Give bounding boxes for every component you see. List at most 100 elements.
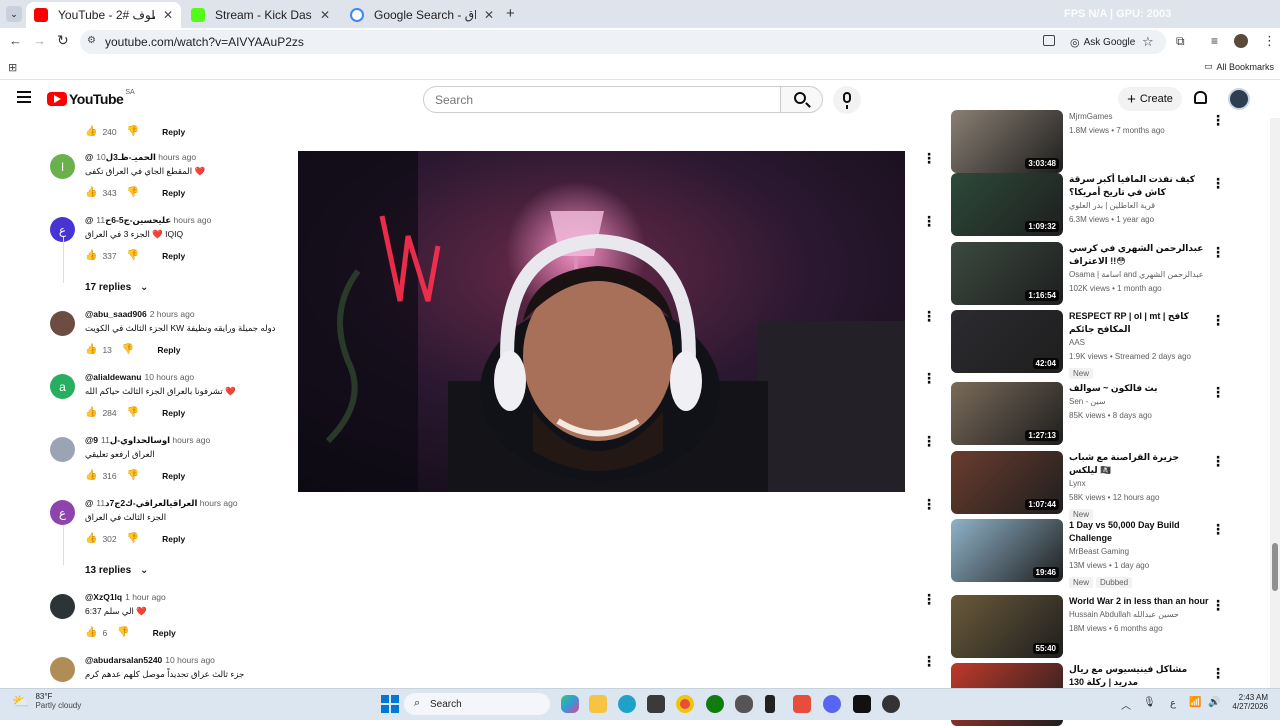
- close-tab-icon[interactable]: ✕: [320, 8, 330, 22]
- more-actions-icon[interactable]: ⋮: [1211, 384, 1225, 401]
- more-actions-icon[interactable]: ⋮: [922, 213, 936, 230]
- video-title[interactable]: مشاكل فينيسيوس مع ريال مدريد | ركلة 130: [1069, 663, 1209, 689]
- all-bookmarks-button[interactable]: ▭ All Bookmarks: [1204, 61, 1274, 72]
- comment-author[interactable]: @XzQ1lq: [85, 592, 122, 602]
- reload-icon[interactable]: ↻: [57, 32, 69, 49]
- more-actions-icon[interactable]: ⋮: [922, 433, 936, 450]
- video-title[interactable]: كيف نفذت المافيا أكبر سرقة كاش في تاريخ …: [1069, 173, 1209, 199]
- channel-name[interactable]: قرية العاطلين | بدر العلوي: [1069, 199, 1209, 213]
- xbox-icon[interactable]: [706, 695, 724, 713]
- taskbar-search[interactable]: ⌕ Search: [404, 693, 550, 715]
- search-input[interactable]: Search: [423, 86, 781, 113]
- more-actions-icon[interactable]: ⋮: [922, 591, 936, 608]
- ask-google-button[interactable]: ◎ Ask Google: [1064, 32, 1141, 52]
- chrome-icon[interactable]: [676, 695, 694, 713]
- reply-button[interactable]: Reply: [157, 345, 180, 355]
- new-tab-icon[interactable]: +: [506, 5, 515, 22]
- dislike-icon[interactable]: 👎: [127, 533, 139, 544]
- video-player[interactable]: [298, 151, 905, 492]
- commenter-avatar[interactable]: I: [50, 154, 75, 179]
- more-actions-icon[interactable]: ⋮: [1211, 312, 1225, 329]
- channel-name[interactable]: MrBeast Gaming: [1069, 545, 1209, 559]
- scrollbar-thumb[interactable]: [1272, 543, 1278, 591]
- like-icon[interactable]: 👍: [85, 187, 97, 198]
- video-thumbnail[interactable]: 1:07:44: [951, 451, 1063, 514]
- more-actions-icon[interactable]: ⋮: [922, 150, 936, 167]
- more-actions-icon[interactable]: ⋮: [922, 370, 936, 387]
- store-icon[interactable]: [647, 695, 665, 713]
- forward-icon[interactable]: →: [33, 33, 46, 48]
- comment-author[interactable]: @اوسالحداوي-ل9: [85, 435, 170, 445]
- address-bar[interactable]: ⚙ youtube.com/watch?v=AIVYAAuP2zs: [80, 30, 1166, 54]
- tab-youtube[interactable]: YouTube - 2# انا مخطوف ✕: [26, 2, 181, 28]
- notifications-bell-icon[interactable]: [1194, 91, 1207, 104]
- tab-google[interactable]: Google Search - مناظر العراق ✕: [342, 2, 502, 28]
- volume-icon[interactable]: 🔊: [1208, 697, 1220, 708]
- browser-menu-icon[interactable]: ⋮: [1263, 33, 1276, 49]
- close-tab-icon[interactable]: ✕: [484, 8, 494, 22]
- like-icon[interactable]: 👍: [85, 627, 97, 638]
- voice-search-button[interactable]: [833, 86, 861, 114]
- video-title[interactable]: RESPECT RP | ol | mt | كافح المكافح جائك…: [1069, 310, 1209, 336]
- video-thumbnail[interactable]: 42:04: [951, 310, 1063, 373]
- more-actions-icon[interactable]: ⋮: [922, 653, 936, 670]
- more-actions-icon[interactable]: ⋮: [1211, 453, 1225, 470]
- dislike-icon[interactable]: 👎: [117, 627, 129, 638]
- view-replies-button[interactable]: 13 replies ⌄: [85, 565, 148, 576]
- scrollbar-track[interactable]: [1270, 118, 1280, 688]
- like-icon[interactable]: 👍: [85, 250, 97, 261]
- more-actions-icon[interactable]: ⋮: [1211, 521, 1225, 538]
- like-icon[interactable]: 👍: [85, 407, 97, 418]
- more-actions-icon[interactable]: ⋮: [922, 308, 936, 325]
- comment-time[interactable]: 10 hours ago: [144, 372, 194, 382]
- create-button[interactable]: + Create: [1118, 87, 1182, 111]
- more-actions-icon[interactable]: ⋮: [1211, 665, 1225, 682]
- dislike-icon[interactable]: 👎: [127, 407, 139, 418]
- apps-grid-icon[interactable]: ⊞: [8, 61, 17, 74]
- like-icon[interactable]: 👍: [85, 470, 97, 481]
- channel-name[interactable]: MjrmGames: [1069, 110, 1209, 124]
- windows-start-icon[interactable]: [381, 695, 399, 713]
- account-avatar[interactable]: [1228, 88, 1250, 110]
- edge-icon[interactable]: [618, 695, 636, 713]
- copilot-icon[interactable]: [561, 695, 579, 713]
- reply-button[interactable]: Reply: [162, 471, 185, 481]
- tiktok-icon[interactable]: [853, 695, 871, 713]
- video-thumbnail[interactable]: 3:03:48: [951, 110, 1063, 173]
- profile-avatar[interactable]: [1234, 34, 1248, 48]
- weather-widget[interactable]: ⛅ 83°F Partly cloudy: [12, 692, 81, 710]
- comment-author[interactable]: @abudarsalan5240: [85, 655, 162, 665]
- file-explorer-icon[interactable]: [589, 695, 607, 713]
- channel-name[interactable]: Lynx: [1069, 477, 1209, 491]
- view-replies-button[interactable]: 17 replies ⌄: [85, 282, 148, 293]
- commenter-avatar[interactable]: [50, 657, 75, 682]
- youtube-logo[interactable]: YouTube SA: [47, 89, 135, 107]
- video-thumbnail[interactable]: 1:09:32: [951, 173, 1063, 236]
- tab-kick[interactable]: Stream - Kick Dashboard ✕: [183, 2, 338, 28]
- media-controls-icon[interactable]: ≡: [1211, 34, 1218, 48]
- obs-icon[interactable]: [882, 695, 900, 713]
- channel-name[interactable]: Sen - سين: [1069, 395, 1209, 409]
- more-actions-icon[interactable]: ⋮: [1211, 112, 1225, 129]
- more-actions-icon[interactable]: ⋮: [922, 496, 936, 513]
- comment-time[interactable]: 10 hours ago: [165, 655, 215, 665]
- bookmark-star-icon[interactable]: ☆: [1142, 34, 1154, 50]
- close-tab-icon[interactable]: ✕: [163, 8, 173, 22]
- reply-button[interactable]: Reply: [162, 408, 185, 418]
- search-button[interactable]: [781, 86, 823, 113]
- more-actions-icon[interactable]: ⋮: [1211, 597, 1225, 614]
- channel-name[interactable]: Osama | اسامة and عبدالرحمن الشهري: [1069, 268, 1209, 282]
- show-hidden-icons-icon[interactable]: ︿: [1121, 697, 1131, 712]
- reply-button[interactable]: Reply: [162, 127, 185, 137]
- more-actions-icon[interactable]: ⋮: [1211, 244, 1225, 261]
- video-title[interactable]: عبدالرحمن الشهري في كرسي الاعتراف !!😳: [1069, 242, 1209, 268]
- comment-author[interactable]: @abu_saad906: [85, 309, 147, 319]
- discord-icon[interactable]: [823, 695, 841, 713]
- site-info-icon[interactable]: ⚙: [87, 35, 96, 46]
- dislike-icon[interactable]: 👎: [127, 126, 139, 137]
- tv-app-icon[interactable]: [793, 695, 811, 713]
- video-thumbnail[interactable]: 1:27:13: [951, 382, 1063, 445]
- like-icon[interactable]: 👍: [85, 533, 97, 544]
- gamepad-icon[interactable]: [735, 695, 753, 713]
- channel-name[interactable]: AAS: [1069, 336, 1209, 350]
